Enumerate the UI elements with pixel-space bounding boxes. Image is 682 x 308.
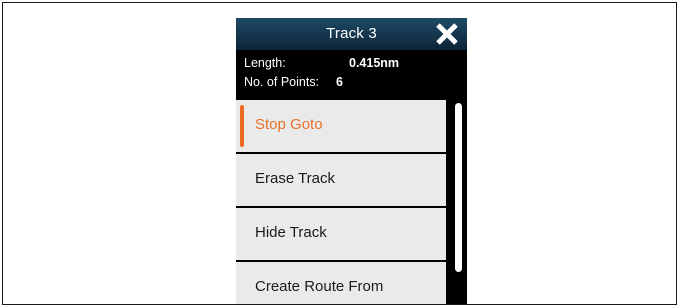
menu-item-label: Hide Track bbox=[255, 224, 327, 241]
menu-item-label: Stop Goto bbox=[255, 116, 323, 133]
points-value: 6 bbox=[336, 75, 343, 89]
menu-item-erase-track[interactable]: Erase Track bbox=[236, 154, 446, 206]
screenshot-frame: Track 3 Length: 0.415nm No. of Points: 6… bbox=[2, 2, 677, 305]
menu-item-label: Create Route From bbox=[255, 278, 384, 295]
menu-item-create-route-from[interactable]: Create Route From bbox=[236, 262, 446, 304]
points-label: No. of Points: bbox=[244, 75, 320, 89]
scrollbar-thumb[interactable] bbox=[455, 103, 462, 272]
track-options-panel: Track 3 Length: 0.415nm No. of Points: 6… bbox=[236, 18, 467, 304]
length-label: Length: bbox=[244, 56, 286, 70]
track-info: Length: 0.415nm No. of Points: 6 bbox=[236, 50, 467, 100]
menu-item-hide-track[interactable]: Hide Track bbox=[236, 208, 446, 260]
length-value: 0.415nm bbox=[349, 56, 400, 70]
menu-item-stop-goto[interactable]: Stop Goto bbox=[236, 100, 446, 152]
close-x-icon bbox=[436, 23, 458, 45]
dialog-header: Track 3 bbox=[236, 18, 467, 50]
selection-indicator bbox=[240, 105, 244, 147]
close-button[interactable] bbox=[434, 22, 460, 46]
track-menu: Stop Goto Erase Track Hide Track Create … bbox=[236, 100, 446, 304]
menu-item-label: Erase Track bbox=[255, 170, 336, 187]
dialog-title: Track 3 bbox=[326, 25, 377, 42]
